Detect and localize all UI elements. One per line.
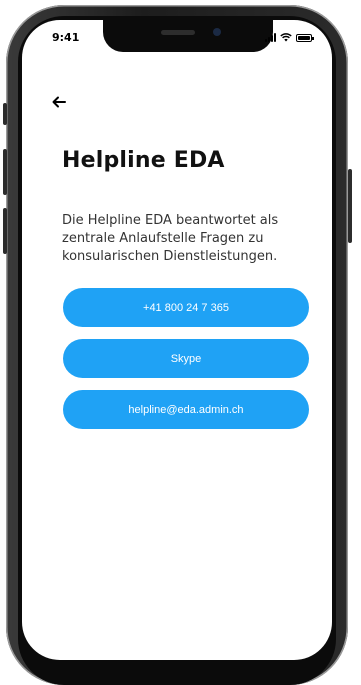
app-screen: 9:41 Helpline EDA Die Helpline EDA beant… [22,20,332,660]
power-button [348,169,352,243]
call-phone-button[interactable]: +41 800 24 7 365 [63,288,309,327]
volume-down-button [3,208,7,254]
back-button[interactable] [52,92,76,112]
email-button[interactable]: helpline@eda.admin.ch [63,390,309,429]
page-description: Die Helpline EDA beantwortet als zentral… [62,213,279,264]
battery-icon [296,34,314,42]
status-icons [265,32,314,42]
skype-button[interactable]: Skype [63,339,309,378]
silent-switch [3,103,7,125]
arrow-left-icon [52,96,66,108]
signal-icon [265,33,276,42]
notch [103,20,273,52]
wifi-icon [280,33,292,42]
page-title: Helpline EDA [62,148,225,173]
volume-up-button [3,149,7,195]
status-time: 9:41 [52,31,80,44]
speaker-grille [161,30,195,35]
front-camera [213,28,221,36]
